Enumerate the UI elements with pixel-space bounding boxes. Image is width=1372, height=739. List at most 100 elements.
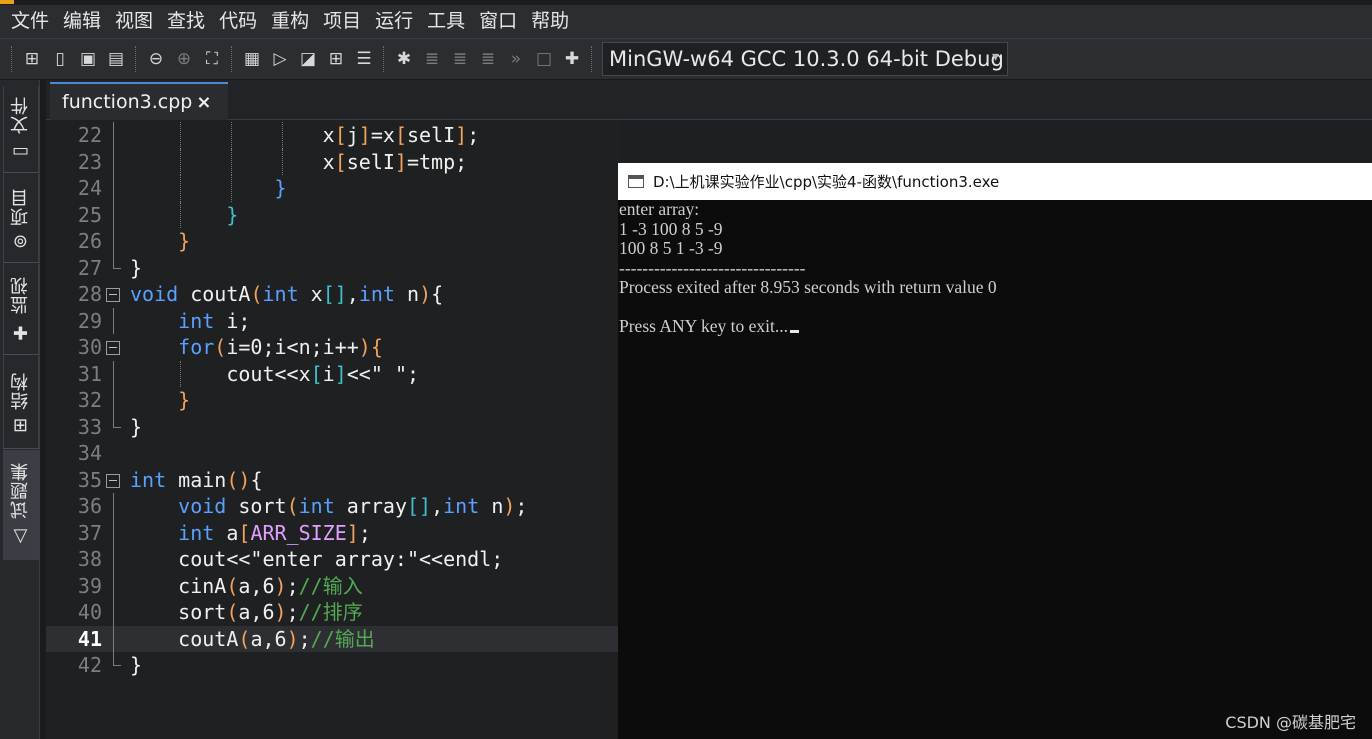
toolbar-separator xyxy=(11,46,13,72)
line-number: 39 xyxy=(77,573,102,598)
code-text: } xyxy=(178,388,191,412)
sidebar-separator xyxy=(3,262,39,263)
line-number: 22 xyxy=(77,123,102,147)
code-line: 23 x[selI]=tmp; xyxy=(46,148,620,175)
compile-icon[interactable]: ▦ xyxy=(240,46,264,72)
code-line: 38 cout<<"enter array:"<<endl; xyxy=(46,546,620,573)
code-text: int i; xyxy=(178,308,251,333)
code-editor[interactable]: 22 x[j]=x[selI]; 23 x[selI]=tmp; 24 } 25… xyxy=(46,120,620,739)
step-icon[interactable]: ≣ xyxy=(420,46,444,72)
line-number: 41 xyxy=(77,626,102,651)
fold-guide xyxy=(113,122,114,149)
code-text: cout<<x[i]<<" "; xyxy=(226,361,420,386)
close-icon[interactable]: × xyxy=(196,92,211,113)
code-line: 31 cout<<x[i]<<" "; xyxy=(46,360,620,387)
line-number: 23 xyxy=(77,149,102,174)
back-icon[interactable]: ⊖ xyxy=(144,46,168,72)
code-line: 30 for(i=0;i<n;i++){ xyxy=(46,334,620,361)
menu-edit[interactable]: 编辑 xyxy=(56,5,108,38)
stop-icon[interactable]: □ xyxy=(532,46,556,72)
tab-function3-cpp[interactable]: function3.cpp × xyxy=(50,82,228,120)
run-icon[interactable]: ▷ xyxy=(268,46,292,72)
toolbar-separator xyxy=(135,46,137,72)
code-text: void coutA(int x[],int n){ xyxy=(130,282,444,306)
line-number: 32 xyxy=(77,388,102,412)
console-window[interactable]: D:\上机课实验作业\cpp\实验4-函数\function3.exe ente… xyxy=(618,163,1372,739)
menu-run[interactable]: 运行 xyxy=(368,5,420,38)
compile-run-icon[interactable]: ◪ xyxy=(296,46,320,72)
menu-search[interactable]: 查找 xyxy=(160,5,212,38)
code-text: int main(){ xyxy=(130,467,263,492)
code-line: 40 sort(a,6);//排序 xyxy=(46,599,620,626)
console-prompt-text: Press ANY key to exit... xyxy=(619,316,788,336)
forward-icon[interactable]: ⊕ xyxy=(172,46,196,72)
fold-toggle[interactable] xyxy=(106,288,120,302)
console-app-icon xyxy=(628,175,644,188)
sidebar-tab-project-label: 项目 xyxy=(10,187,31,226)
menu-window[interactable]: 窗口 xyxy=(472,5,524,38)
fold-guide xyxy=(113,228,114,255)
console-line-prompt: Press ANY key to exit... xyxy=(619,316,1371,337)
code-line: 22 x[j]=x[selI]; xyxy=(46,122,620,149)
app-accent xyxy=(0,0,14,4)
fold-guide xyxy=(113,599,114,626)
code-line: 33} xyxy=(46,413,620,441)
code-text: for(i=0;i<n;i++){ xyxy=(178,335,383,359)
sidebar-tab-problem-set-label: 试题集 xyxy=(10,462,31,520)
fold-toggle[interactable] xyxy=(106,473,120,488)
sidebar-tab-problem-set[interactable]: △ 试题集 xyxy=(3,450,39,560)
rebuild-icon[interactable]: ⊞ xyxy=(324,46,348,72)
fold-guide xyxy=(113,175,114,202)
console-title: D:\上机课实验作业\cpp\实验4-函数\function3.exe xyxy=(653,173,1000,191)
new-file-icon[interactable]: ⊞ xyxy=(20,46,44,72)
sidebar-separator xyxy=(3,172,39,173)
line-number: 28 xyxy=(77,282,102,306)
compiler-select-value: MinGW-w64 GCC 10.3.0 64-bit Debug xyxy=(609,47,1004,71)
code-line: 39 cinA(a,6);//输入 xyxy=(46,572,620,599)
fold-guide xyxy=(113,546,114,573)
add-watch-icon[interactable]: ✚ xyxy=(560,46,584,72)
line-number: 24 xyxy=(77,176,102,200)
step-out-icon[interactable]: ≣ xyxy=(476,46,500,72)
code-line: 42} xyxy=(46,652,620,679)
file-icon[interactable]: ▯ xyxy=(48,46,72,72)
save-all-icon[interactable]: ▤ xyxy=(104,46,128,72)
step-into-icon[interactable]: ≣ xyxy=(448,46,472,72)
compiler-select[interactable]: MinGW-w64 GCC 10.3.0 64-bit Debug ▾ xyxy=(602,42,1008,76)
menu-view[interactable]: 视图 xyxy=(108,5,160,38)
line-number: 27 xyxy=(77,255,102,280)
left-sidebar: ▭ 文件 ⊚ 项目 ✚ 监视 ⊞ 结构 △ 试题集 xyxy=(0,80,40,739)
sidebar-tab-structure[interactable]: ⊞ 结构 xyxy=(3,356,39,448)
sidebar-tab-watch[interactable]: ✚ 监视 xyxy=(3,264,39,354)
menu-tools[interactable]: 工具 xyxy=(420,5,472,38)
code-line: 24 } xyxy=(46,175,620,202)
fold-guide xyxy=(113,387,114,414)
code-line: 34 xyxy=(46,440,620,467)
menu-file[interactable]: 文件 xyxy=(4,5,56,38)
menu-help[interactable]: 帮助 xyxy=(524,5,576,38)
continue-icon[interactable]: » xyxy=(504,46,528,72)
fold-guide xyxy=(113,519,114,546)
menu-project[interactable]: 项目 xyxy=(316,5,368,38)
line-number: 30 xyxy=(77,335,102,359)
fold-toggle[interactable] xyxy=(106,341,120,355)
sidebar-tab-structure-label: 结构 xyxy=(10,371,31,410)
menu-refactor[interactable]: 重构 xyxy=(264,5,316,38)
sidebar-tab-label: ✚ 监视 xyxy=(8,276,34,343)
fold-guide xyxy=(113,493,114,520)
sidebar-tab-project[interactable]: ⊚ 项目 xyxy=(3,174,39,262)
code-text: cout<<"enter array:"<<endl; xyxy=(178,547,504,571)
code-text: } xyxy=(130,255,143,280)
options-icon[interactable]: ☰ xyxy=(352,46,376,72)
fold-guide xyxy=(113,201,114,228)
save-icon[interactable]: ▣ xyxy=(76,46,100,72)
fullscreen-icon[interactable]: ⛶ xyxy=(200,46,224,72)
menu-code[interactable]: 代码 xyxy=(212,5,264,38)
line-number: 29 xyxy=(77,308,102,333)
sidebar-tab-files[interactable]: ▭ 文件 xyxy=(3,86,39,172)
console-line: enter array: xyxy=(619,199,700,219)
console-title-bar[interactable]: D:\上机课实验作业\cpp\实验4-函数\function3.exe xyxy=(618,163,1372,200)
debug-icon[interactable]: ✱ xyxy=(392,46,416,72)
toolbar-separator xyxy=(383,46,385,72)
